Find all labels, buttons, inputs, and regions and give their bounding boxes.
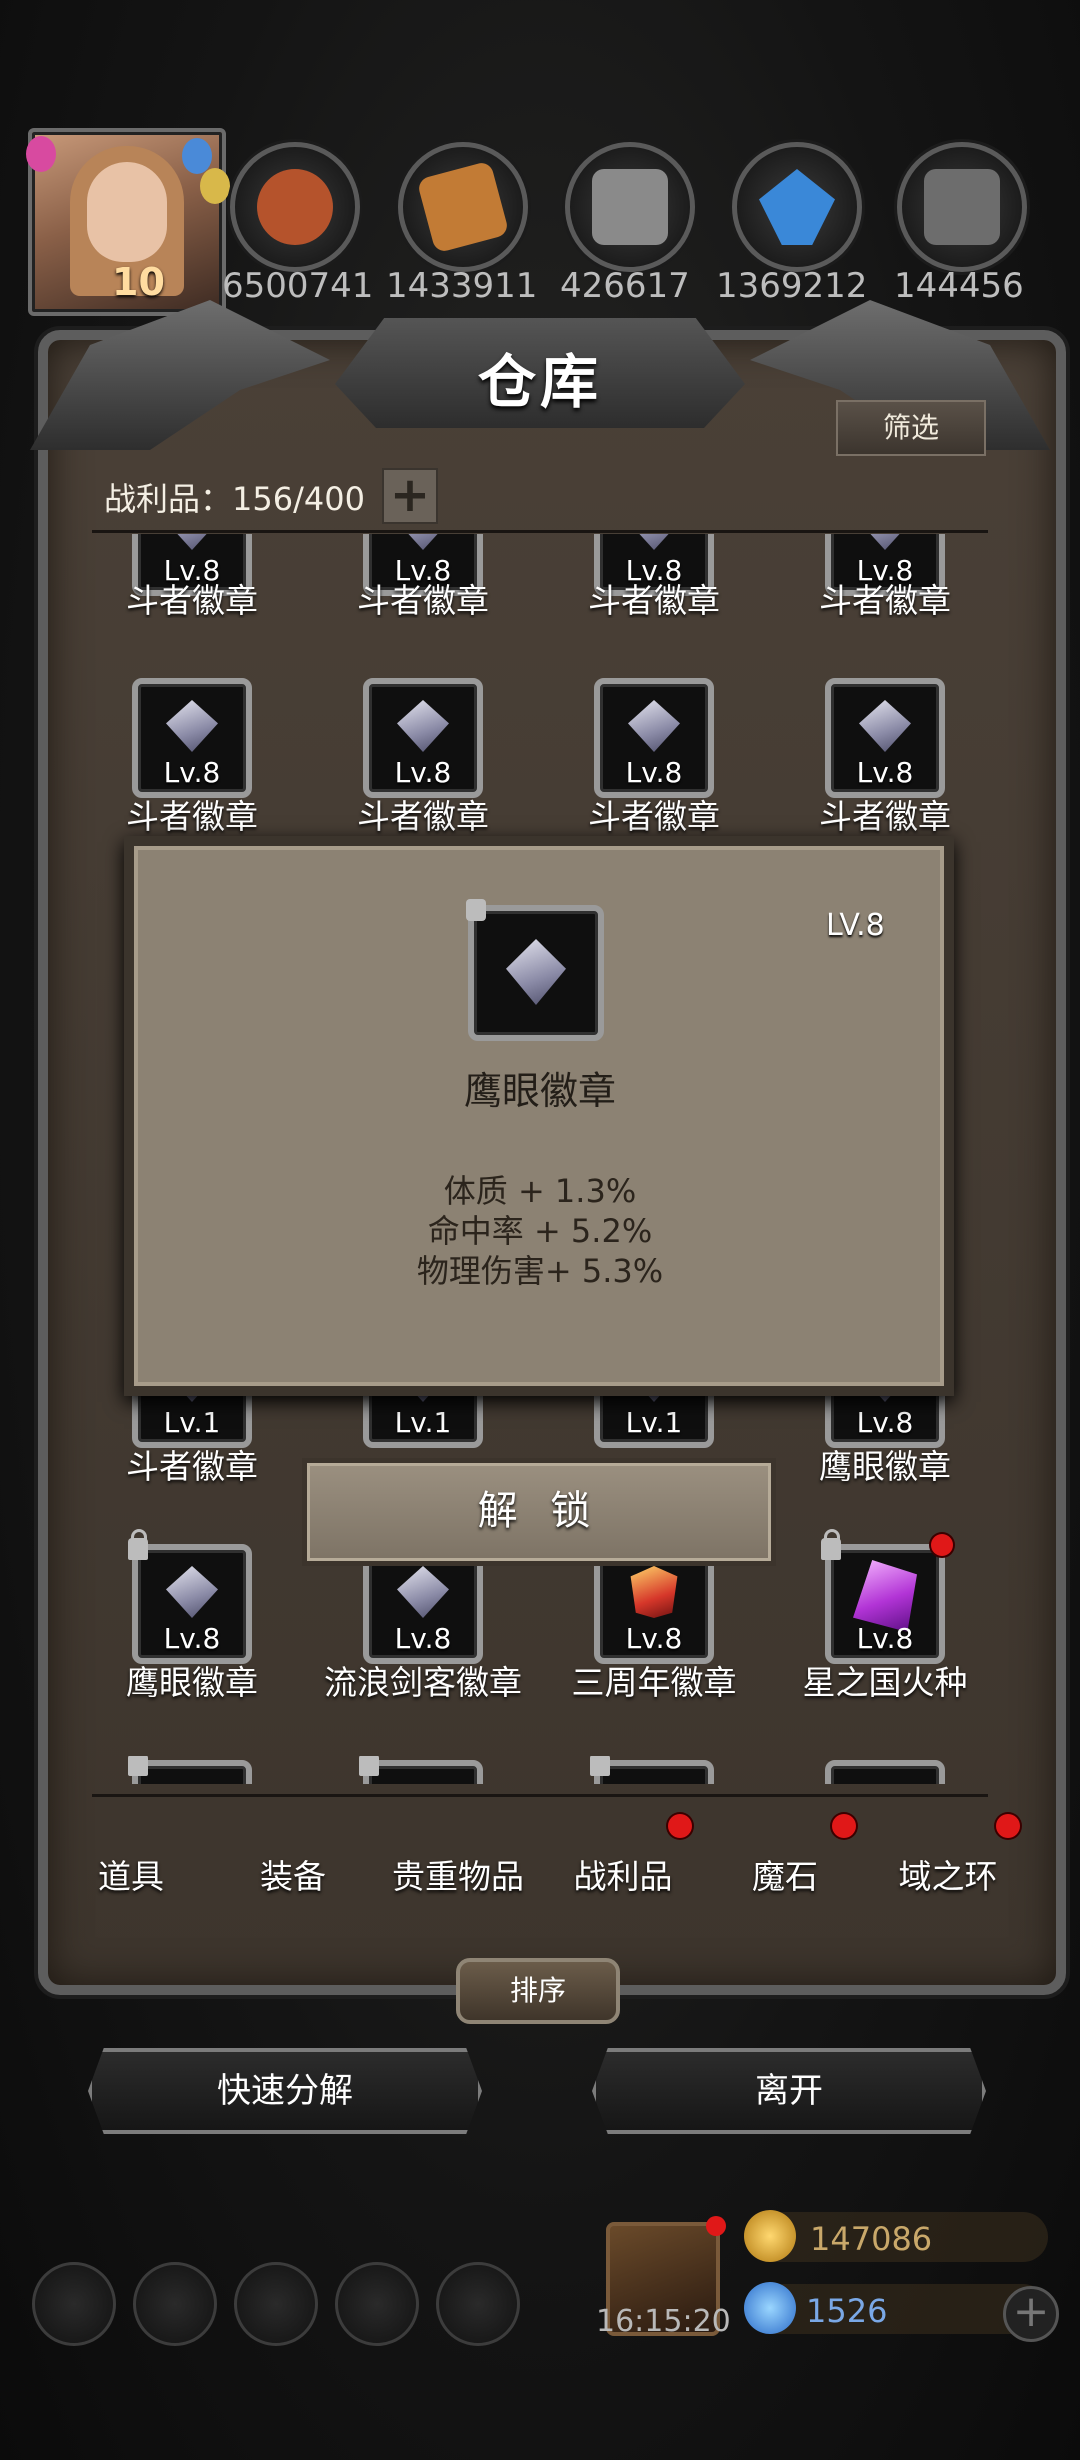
meat-resource-icon[interactable]	[230, 142, 360, 272]
item-slot[interactable]	[128, 1756, 252, 1784]
notification-dot	[706, 2216, 726, 2236]
gift-timer: 16:15:20	[596, 2304, 731, 2339]
crystal-resource-icon[interactable]	[732, 142, 862, 272]
divider	[92, 1794, 988, 1797]
gem-value: 1526	[806, 2292, 888, 2330]
item-name: 斗者徽章	[357, 581, 489, 618]
iron-value: 144456	[894, 266, 1024, 306]
lock-icon	[821, 1529, 841, 1560]
item-name: 流浪剑客徽章	[324, 1663, 522, 1702]
popup-item-name: 鹰眼徽章	[463, 1069, 616, 1113]
tab-loot[interactable]: 战利品	[548, 1850, 698, 1898]
tab-items[interactable]: 道具	[56, 1850, 206, 1898]
avatar-face	[87, 162, 167, 262]
balloon-icon	[26, 136, 56, 172]
leave-button[interactable]: 离开	[592, 2048, 986, 2134]
balloon-icon	[200, 168, 230, 204]
item-name: 斗者徽章	[126, 1447, 258, 1486]
filter-button[interactable]: 筛选	[836, 400, 986, 456]
item-slot[interactable]	[359, 1756, 483, 1784]
item-name: 星之国火种	[802, 1663, 968, 1702]
item-slot[interactable]: Lv.8	[825, 678, 945, 798]
popup-level: LV.8	[826, 908, 885, 943]
sort-button[interactable]: 排序	[456, 1958, 620, 2024]
item-slot[interactable]: Lv.8	[821, 1529, 953, 1664]
item-name: 斗者徽章	[588, 581, 720, 618]
grid-row-1: Lv.8 斗者徽章 Lv.8 斗者徽章 Lv.8 斗者徽章 Lv.8 斗者徽章	[92, 534, 988, 618]
item-name: 斗者徽章	[819, 797, 951, 836]
item-slot[interactable]	[825, 1760, 945, 1784]
gem-icon	[744, 2282, 796, 2334]
lock-icon	[466, 899, 486, 921]
add-currency-button[interactable]: +	[1003, 2286, 1059, 2342]
player-avatar[interactable]: 10	[26, 128, 230, 316]
meat-value: 6500741	[222, 266, 374, 306]
notification-dot	[668, 1814, 692, 1838]
item-name: 斗者徽章	[357, 797, 489, 836]
item-name: 鹰眼徽章	[126, 1663, 258, 1702]
tab-valuables[interactable]: 贵重物品	[383, 1850, 533, 1898]
divider	[92, 530, 988, 533]
item-slot[interactable]: Lv.8	[128, 1529, 252, 1664]
unlock-button[interactable]: 解 锁	[302, 1458, 776, 1566]
tab-domain-rings[interactable]: 域之环	[873, 1850, 1023, 1898]
item-name: 斗者徽章	[126, 797, 258, 836]
item-name: 鹰眼徽章	[819, 1447, 951, 1486]
item-name: 斗者徽章	[819, 581, 951, 618]
notification-dot	[832, 1814, 856, 1838]
item-slot[interactable]: Lv.8	[594, 678, 714, 798]
loot-capacity: 战利品：156/400	[104, 480, 365, 518]
popup-item-icon	[466, 899, 604, 1041]
quick-decompose-button[interactable]: 快速分解	[88, 2048, 482, 2134]
mail-icon[interactable]	[335, 2262, 419, 2346]
stone-value: 426617	[560, 266, 690, 306]
iron-resource-icon[interactable]	[897, 142, 1027, 272]
item-slot[interactable]: Lv.8	[132, 678, 252, 798]
achievement-icon[interactable]	[133, 2262, 217, 2346]
balloon-icon	[182, 138, 212, 174]
shop-icon[interactable]	[436, 2262, 520, 2346]
warehouse-title: 仓库	[477, 348, 602, 416]
crystal-value: 1369212	[716, 266, 868, 306]
notification-dot	[931, 1534, 953, 1556]
item-slot[interactable]	[590, 1756, 714, 1784]
guild-icon[interactable]	[234, 2262, 318, 2346]
item-name: 斗者徽章	[588, 797, 720, 836]
notification-dot	[996, 1814, 1020, 1838]
tab-equipment[interactable]: 装备	[218, 1850, 368, 1898]
gold-value: 147086	[810, 2220, 933, 2258]
wood-value: 1433911	[386, 266, 538, 306]
lock-icon	[128, 1529, 148, 1560]
item-name: 三周年徽章	[571, 1663, 737, 1702]
wood-resource-icon[interactable]	[398, 142, 528, 272]
settings-icon[interactable]	[32, 2262, 116, 2346]
expand-capacity-button[interactable]: +	[382, 468, 438, 524]
tab-magic-stones[interactable]: 魔石	[710, 1850, 860, 1898]
stone-resource-icon[interactable]	[565, 142, 695, 272]
grid-row-7	[92, 1756, 988, 1784]
item-slot[interactable]: Lv.8	[363, 678, 483, 798]
stat-line: 物理伤害+ 5.3%	[416, 1252, 664, 1290]
gold-coin-icon	[744, 2210, 796, 2262]
avatar-level: 10	[112, 260, 165, 304]
item-name: 斗者徽章	[126, 581, 258, 618]
